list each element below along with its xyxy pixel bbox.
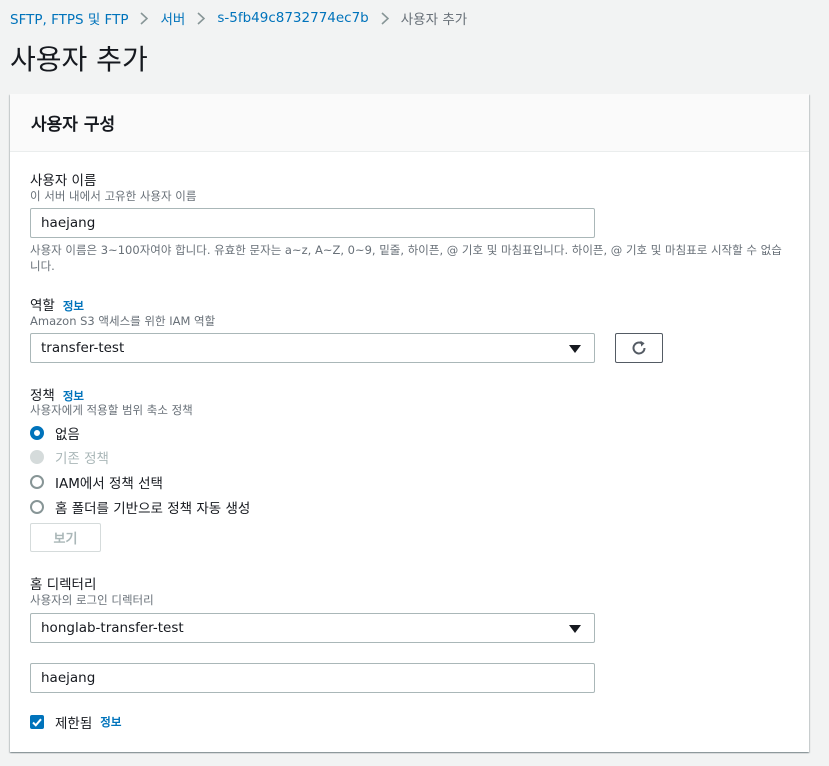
refresh-icon	[630, 339, 648, 357]
breadcrumb-link-sftp[interactable]: SFTP, FTPS 및 FTP	[10, 8, 128, 28]
chevron-right-icon	[140, 11, 149, 25]
caret-down-icon	[569, 345, 581, 353]
radio-unchecked[interactable]	[30, 475, 44, 489]
restricted-checkbox[interactable]	[30, 715, 44, 729]
restricted-label: 제한됨	[55, 716, 93, 732]
role-select-value: transfer-test	[41, 340, 125, 356]
home-folder-input[interactable]	[30, 663, 595, 693]
breadcrumb-current: 사용자 추가	[400, 12, 468, 28]
radio-unchecked[interactable]	[30, 500, 44, 514]
policy-info-link[interactable]: 정보	[63, 389, 84, 403]
role-select[interactable]: transfer-test	[30, 333, 595, 363]
home-directory-description: 사용자의 로그인 디렉터리	[30, 593, 154, 607]
policy-option-iam[interactable]: IAM에서 정책 선택	[30, 472, 163, 492]
chevron-right-icon	[381, 11, 389, 25]
panel-header: 사용자 구성	[10, 94, 809, 152]
home-bucket-select[interactable]: honglab-transfer-test	[30, 613, 595, 643]
chevron-right-icon	[197, 11, 206, 25]
policy-option-auto[interactable]: 홈 폴더를 기반으로 정책 자동 생성	[30, 497, 250, 517]
username-input[interactable]	[30, 208, 595, 238]
policy-option-none[interactable]: 없음	[30, 423, 80, 443]
breadcrumb: SFTP, FTPS 및 FTP 서버 s-5fb49c8732774ec7b …	[10, 8, 467, 28]
home-directory-label: 홈 디렉터리	[30, 577, 97, 593]
role-info-link[interactable]: 정보	[63, 299, 84, 313]
radio-disabled	[30, 450, 44, 464]
policy-option-existing-label: 기존 정책	[55, 451, 109, 467]
home-bucket-select-value: honglab-transfer-test	[41, 620, 184, 636]
username-label: 사용자 이름	[30, 173, 97, 189]
user-config-panel: 사용자 구성 사용자 이름 이 서버 내에서 고유한 사용자 이름 사용자 이름…	[10, 94, 809, 752]
policy-option-existing: 기존 정책	[30, 447, 109, 467]
policy-option-none-label: 없음	[55, 427, 80, 443]
policy-label-row: 정책 정보	[30, 384, 84, 404]
breadcrumb-link-server-id[interactable]: s-5fb49c8732774ec7b	[217, 10, 368, 26]
username-description: 이 서버 내에서 고유한 사용자 이름	[30, 189, 197, 203]
refresh-roles-button[interactable]	[615, 333, 663, 363]
username-help-text: 사용자 이름은 3~100자여야 합니다. 유효한 문자는 a~z, A~Z, …	[30, 243, 782, 273]
policy-option-auto-label: 홈 폴더를 기반으로 정책 자동 생성	[55, 501, 251, 517]
role-label-row: 역할 정보	[30, 294, 84, 314]
policy-description: 사용자에게 적용할 범위 축소 정책	[30, 403, 193, 417]
page-title: 사용자 추가	[10, 43, 148, 76]
role-label: 역할	[30, 298, 55, 314]
view-policy-button[interactable]: 보기	[30, 523, 101, 552]
policy-option-iam-label: IAM에서 정책 선택	[55, 476, 163, 492]
restricted-checkbox-row[interactable]: 제한됨 정보	[30, 712, 121, 732]
breadcrumb-link-servers[interactable]: 서버	[160, 8, 185, 28]
caret-down-icon	[569, 625, 581, 633]
check-icon	[32, 718, 42, 727]
radio-checked[interactable]	[30, 426, 44, 440]
restricted-info-link[interactable]: 정보	[100, 714, 121, 730]
role-description: Amazon S3 액세스를 위한 IAM 역할	[30, 314, 216, 328]
panel-title: 사용자 구성	[31, 115, 116, 135]
